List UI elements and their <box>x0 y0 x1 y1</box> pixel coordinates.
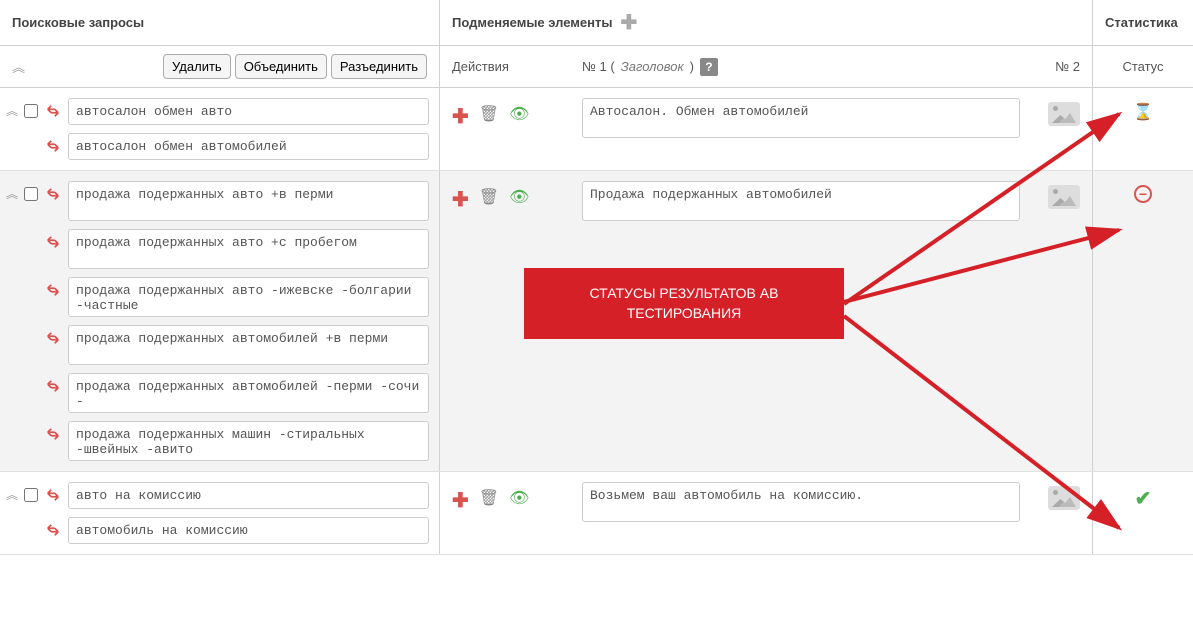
group-checkbox[interactable] <box>24 104 38 118</box>
image-placeholder-icon[interactable] <box>1048 102 1080 126</box>
ungroup-icon[interactable] <box>46 133 62 156</box>
ungroup-icon[interactable] <box>46 229 62 252</box>
callout-line2: ТЕСТИРОВАНИЯ <box>627 305 742 321</box>
status-hourglass-icon: ⌛ <box>1133 102 1153 122</box>
group-left: ︽ <box>0 171 440 471</box>
group-status: ✔ <box>1093 472 1193 554</box>
query-input[interactable] <box>68 325 429 365</box>
callout-label: СТАТУСЫ РЕЗУЛЬТАТОВ АВ ТЕСТИРОВАНИЯ <box>524 268 844 339</box>
collapse-icon[interactable]: ︽ <box>6 185 18 202</box>
group-row: ︽ ✚ 🗑 👁 ✔ <box>0 472 1193 555</box>
ungroup-icon[interactable] <box>46 482 62 505</box>
group-checkbox[interactable] <box>24 488 38 502</box>
query-input[interactable] <box>68 181 429 221</box>
query-item <box>46 181 429 221</box>
query-item <box>46 277 429 317</box>
query-input[interactable] <box>68 373 429 413</box>
eye-icon[interactable]: 👁 <box>509 187 529 212</box>
status-minus-icon: − <box>1134 185 1152 203</box>
collapse-all-icon[interactable]: ︽ <box>12 57 25 76</box>
subheader-col1: № 1 ( Заголовок ) ? <box>582 58 1020 76</box>
eye-icon[interactable]: 👁 <box>509 488 529 513</box>
trash-icon[interactable]: 🗑 <box>479 104 499 129</box>
query-input[interactable] <box>68 133 429 160</box>
col1-prefix: № 1 ( <box>582 59 615 74</box>
group-mid: ✚ 🗑 👁 <box>440 472 1093 554</box>
subheader-col2: № 2 <box>1020 59 1080 74</box>
split-button[interactable]: Разъединить <box>331 54 427 79</box>
group-status: ⌛ <box>1093 88 1193 170</box>
ungroup-icon[interactable] <box>46 517 62 540</box>
subheader-actions: Действия <box>452 59 582 74</box>
ungroup-icon[interactable] <box>46 421 62 444</box>
query-input[interactable] <box>68 482 429 509</box>
group-left: ︽ <box>0 472 440 554</box>
query-input[interactable] <box>68 517 429 544</box>
query-item <box>46 482 429 509</box>
image-placeholder-icon[interactable] <box>1048 486 1080 510</box>
add-icon[interactable]: ✚ <box>452 187 469 212</box>
group-left: ︽ <box>0 88 440 170</box>
col1-suffix: ) <box>690 59 694 74</box>
query-input[interactable] <box>68 421 429 461</box>
header-search-queries: Поисковые запросы <box>0 0 440 45</box>
help-icon[interactable]: ? <box>700 58 718 76</box>
replacement-input[interactable] <box>582 98 1020 138</box>
callout-line1: СТАТУСЫ РЕЗУЛЬТАТОВ АВ <box>590 285 779 301</box>
add-icon[interactable]: ✚ <box>452 488 469 513</box>
delete-button[interactable]: Удалить <box>163 54 231 79</box>
group-checkbox[interactable] <box>24 187 38 201</box>
collapse-icon[interactable]: ︽ <box>6 102 18 119</box>
query-item <box>46 421 429 461</box>
query-item <box>46 133 429 160</box>
status-check-icon: ✔ <box>1135 486 1152 511</box>
eye-icon[interactable]: 👁 <box>509 104 529 129</box>
replacement-input[interactable] <box>582 482 1020 522</box>
query-item <box>46 229 429 269</box>
ungroup-icon[interactable] <box>46 98 62 121</box>
trash-icon[interactable]: 🗑 <box>479 488 499 513</box>
image-placeholder-icon[interactable] <box>1048 185 1080 209</box>
ungroup-icon[interactable] <box>46 373 62 396</box>
trash-icon[interactable]: 🗑 <box>479 187 499 212</box>
collapse-icon[interactable]: ︽ <box>6 486 18 503</box>
subheader-status: Статус <box>1093 46 1193 87</box>
group-row: ︽ ✚ 🗑 👁 ⌛ <box>0 88 1193 171</box>
query-item <box>46 325 429 365</box>
group-mid: ✚ 🗑 👁 <box>440 88 1093 170</box>
group-status: − <box>1093 171 1193 471</box>
header-replaced-label: Подменяемые элементы <box>452 15 612 30</box>
header-statistics: Статистика <box>1093 0 1193 45</box>
ungroup-icon[interactable] <box>46 325 62 348</box>
query-input[interactable] <box>68 229 429 269</box>
query-input[interactable] <box>68 277 429 317</box>
add-icon[interactable]: ✚ <box>452 104 469 129</box>
col1-title: Заголовок <box>621 59 684 74</box>
ungroup-icon[interactable] <box>46 181 62 204</box>
query-item <box>46 373 429 413</box>
header-replaced-elements: Подменяемые элементы ✚ <box>440 0 1093 45</box>
query-item <box>46 517 429 544</box>
ungroup-icon[interactable] <box>46 277 62 300</box>
query-input[interactable] <box>68 98 429 125</box>
merge-button[interactable]: Объединить <box>235 54 327 79</box>
query-item <box>46 98 429 125</box>
add-element-icon[interactable]: ✚ <box>620 10 637 35</box>
replacement-input[interactable] <box>582 181 1020 221</box>
